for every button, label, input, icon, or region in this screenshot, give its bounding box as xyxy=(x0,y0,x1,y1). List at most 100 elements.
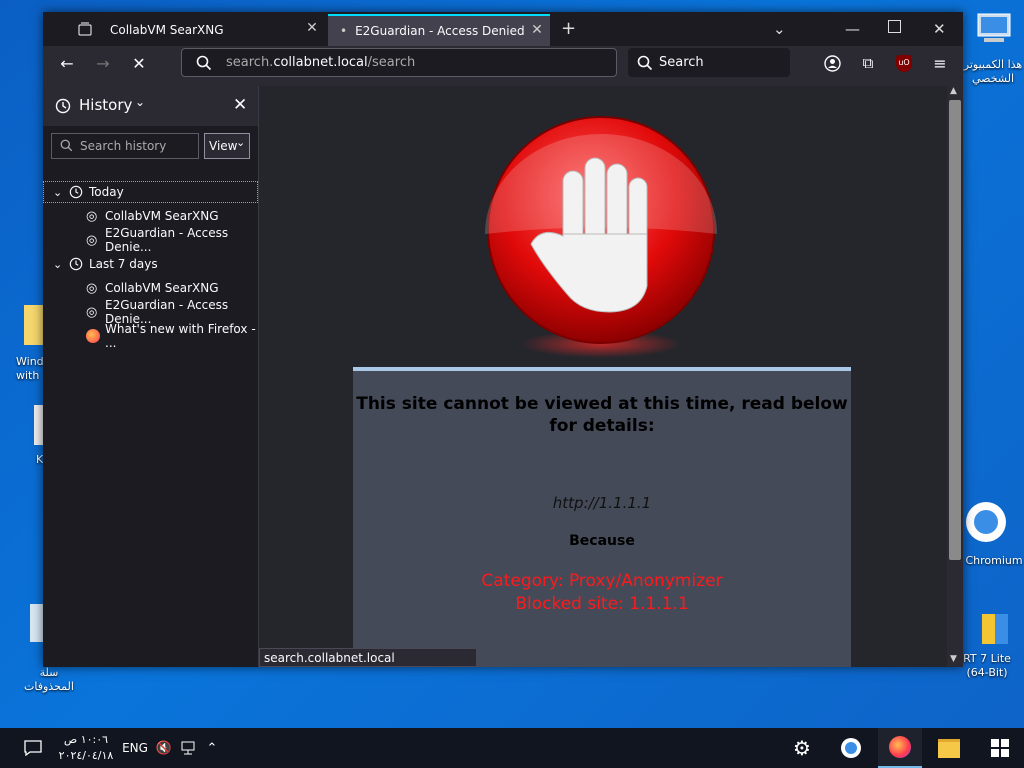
block-category: Category: Proxy/Anonymizer xyxy=(481,571,723,591)
windows-start-icon[interactable] xyxy=(980,728,1020,768)
history-item[interactable]: ◎ CollabVM SearXNG xyxy=(43,277,258,299)
ublock-icon[interactable]: uO xyxy=(892,51,916,75)
nav-toolbar: ← → ✕ search.collabnet.local/search Sear… xyxy=(43,46,963,86)
search-icon xyxy=(60,139,73,152)
maximize-icon[interactable] xyxy=(888,20,901,33)
tab-title: CollabVM SearXNG xyxy=(110,23,224,37)
url-domain: collabnet.local xyxy=(273,55,368,70)
desktop-icon-folder[interactable]: Wind with xyxy=(10,305,44,385)
sidebar-title[interactable]: History xyxy=(79,96,132,114)
firefox-icon xyxy=(86,329,100,343)
history-item[interactable]: ◎ E2Guardian - Access Denie... xyxy=(43,226,258,254)
chevron-down-icon[interactable]: ⌄ xyxy=(135,95,145,109)
clock-icon xyxy=(69,185,83,199)
chevron-down-icon[interactable]: ⌄ xyxy=(773,20,786,38)
clock-time: ١٠:٠٦ ص xyxy=(63,733,109,746)
loading-dot-icon: • xyxy=(340,24,348,38)
globe-icon: ◎ xyxy=(86,280,98,296)
back-icon[interactable]: ← xyxy=(55,51,79,75)
close-icon[interactable]: ✕ xyxy=(530,23,544,37)
history-group-last-7-days[interactable]: ⌄ Last 7 days xyxy=(43,253,258,275)
desktop-icon-k[interactable]: K xyxy=(30,405,44,470)
clock[interactable]: ١٠:٠٦ ص ٢٠٢٤/٠٤/١٨ xyxy=(56,728,116,768)
volume-muted-icon[interactable]: 🔇 xyxy=(153,728,175,768)
settings-gear-icon[interactable]: ⚙ xyxy=(782,728,822,768)
page-content: This site cannot be viewed at this time,… xyxy=(259,86,947,667)
desktop-icon-label: هذا الكمبيوتر الشخصي xyxy=(963,58,1023,85)
search-box[interactable]: Search xyxy=(628,48,790,77)
tab-title: E2Guardian - Access Denied xyxy=(355,24,525,38)
close-window-icon[interactable]: ✕ xyxy=(933,20,946,38)
chromium-icon xyxy=(966,502,1006,542)
language-indicator[interactable]: ENG xyxy=(118,728,152,768)
history-item-title: What's new with Firefox - ... xyxy=(105,322,256,350)
history-item[interactable]: What's new with Firefox - ... xyxy=(43,322,258,350)
tab-list-icon[interactable] xyxy=(73,17,97,41)
stop-loading-icon[interactable]: ✕ xyxy=(127,51,151,75)
tab-collabvm-searxng[interactable]: CollabVM SearXNG ✕ xyxy=(103,16,325,44)
extensions-icon[interactable]: ⧉ xyxy=(856,51,880,75)
history-sidebar: History ⌄ ✕ Search history View ⌄ ⌄ Toda… xyxy=(43,86,259,667)
desktop-icon-rt7lite[interactable]: RT 7 Lite (64-Bit) xyxy=(962,608,1012,684)
desktop-icon-this-pc[interactable]: هذا الكمبيوتر الشخصي xyxy=(962,10,1024,90)
forward-icon[interactable]: → xyxy=(91,51,115,75)
desktop-icon-label: سلة المحذوفات xyxy=(24,666,74,693)
desktop-icon-chromium[interactable]: Chromium xyxy=(962,500,1024,570)
globe-icon: ◎ xyxy=(86,304,98,320)
account-icon[interactable] xyxy=(820,51,844,75)
close-sidebar-icon[interactable]: ✕ xyxy=(233,95,247,115)
blocked-message-box: This site cannot be viewed at this time,… xyxy=(353,367,851,667)
firefox-taskbar-icon[interactable] xyxy=(878,728,922,768)
tab-bar: CollabVM SearXNG ✕ • E2Guardian - Access… xyxy=(43,12,963,46)
close-icon[interactable]: ✕ xyxy=(305,21,319,35)
history-search-placeholder: Search history xyxy=(80,139,167,153)
new-tab-icon[interactable]: + xyxy=(561,18,576,39)
url-bar[interactable]: search.collabnet.local/search xyxy=(181,48,617,77)
chevron-down-icon: ⌄ xyxy=(236,136,246,149)
url-prefix: search. xyxy=(226,55,274,70)
desktop-icon-label: Wind with xyxy=(16,355,44,382)
clock-date: ٢٠٢٤/٠٤/١٨ xyxy=(58,749,114,762)
globe-icon: ◎ xyxy=(86,232,98,248)
notification-center-icon[interactable] xyxy=(16,728,50,768)
blocked-site: Blocked site: 1.1.1.1 xyxy=(515,594,689,614)
computer-icon xyxy=(977,13,1011,42)
history-group-today[interactable]: ⌄ Today xyxy=(43,181,258,203)
search-icon xyxy=(196,55,212,71)
menu-icon[interactable]: ≡ xyxy=(928,51,952,75)
chevron-up-icon[interactable]: ⌃ xyxy=(203,728,221,768)
url-path: /search xyxy=(367,55,416,70)
view-label: View xyxy=(209,139,238,153)
history-search-input[interactable]: Search history xyxy=(51,133,199,159)
chromium-taskbar-icon[interactable] xyxy=(830,728,872,768)
history-item-title: E2Guardian - Access Denie... xyxy=(105,226,229,254)
url-text: search.collabnet.local/search xyxy=(226,55,415,70)
clock-icon xyxy=(55,98,71,114)
clock-icon xyxy=(69,257,83,271)
expand-chevron-icon: ⌄ xyxy=(53,257,63,271)
view-button[interactable]: View ⌄ xyxy=(204,133,250,159)
minimize-icon[interactable]: — xyxy=(845,20,860,38)
scroll-down-icon[interactable]: ▼ xyxy=(950,654,957,664)
scrollbar-thumb[interactable] xyxy=(949,100,961,560)
blocked-url: http://1.1.1.1 xyxy=(552,494,652,512)
desktop-icon-label: RT 7 Lite (64-Bit) xyxy=(963,652,1011,679)
network-icon[interactable] xyxy=(178,728,200,768)
because-label: Because xyxy=(569,533,635,549)
globe-icon: ◎ xyxy=(86,208,98,224)
desktop-icon-label: Chromium xyxy=(965,554,1023,567)
status-url: search.collabnet.local xyxy=(259,648,477,667)
stop-hand-icon xyxy=(485,116,717,358)
folder-icon xyxy=(24,305,44,345)
history-item-title: CollabVM SearXNG xyxy=(105,209,219,223)
tab-e2guardian[interactable]: • E2Guardian - Access Denied ✕ xyxy=(328,14,550,46)
page-scrollbar[interactable]: ▲ ▼ xyxy=(947,86,963,667)
taskbar: ١٠:٠٦ ص ٢٠٢٤/٠٤/١٨ ENG 🔇 ⌃ ⚙ xyxy=(0,728,1024,768)
history-group-label: Last 7 days xyxy=(89,257,158,271)
scroll-up-icon[interactable]: ▲ xyxy=(950,86,957,96)
blocked-message: This site cannot be viewed at this time,… xyxy=(356,394,848,436)
history-item[interactable]: ◎ E2Guardian - Access Denie... xyxy=(43,298,258,326)
history-group-label: Today xyxy=(89,185,124,199)
history-item[interactable]: ◎ CollabVM SearXNG xyxy=(43,205,258,227)
file-explorer-icon[interactable] xyxy=(928,728,970,768)
